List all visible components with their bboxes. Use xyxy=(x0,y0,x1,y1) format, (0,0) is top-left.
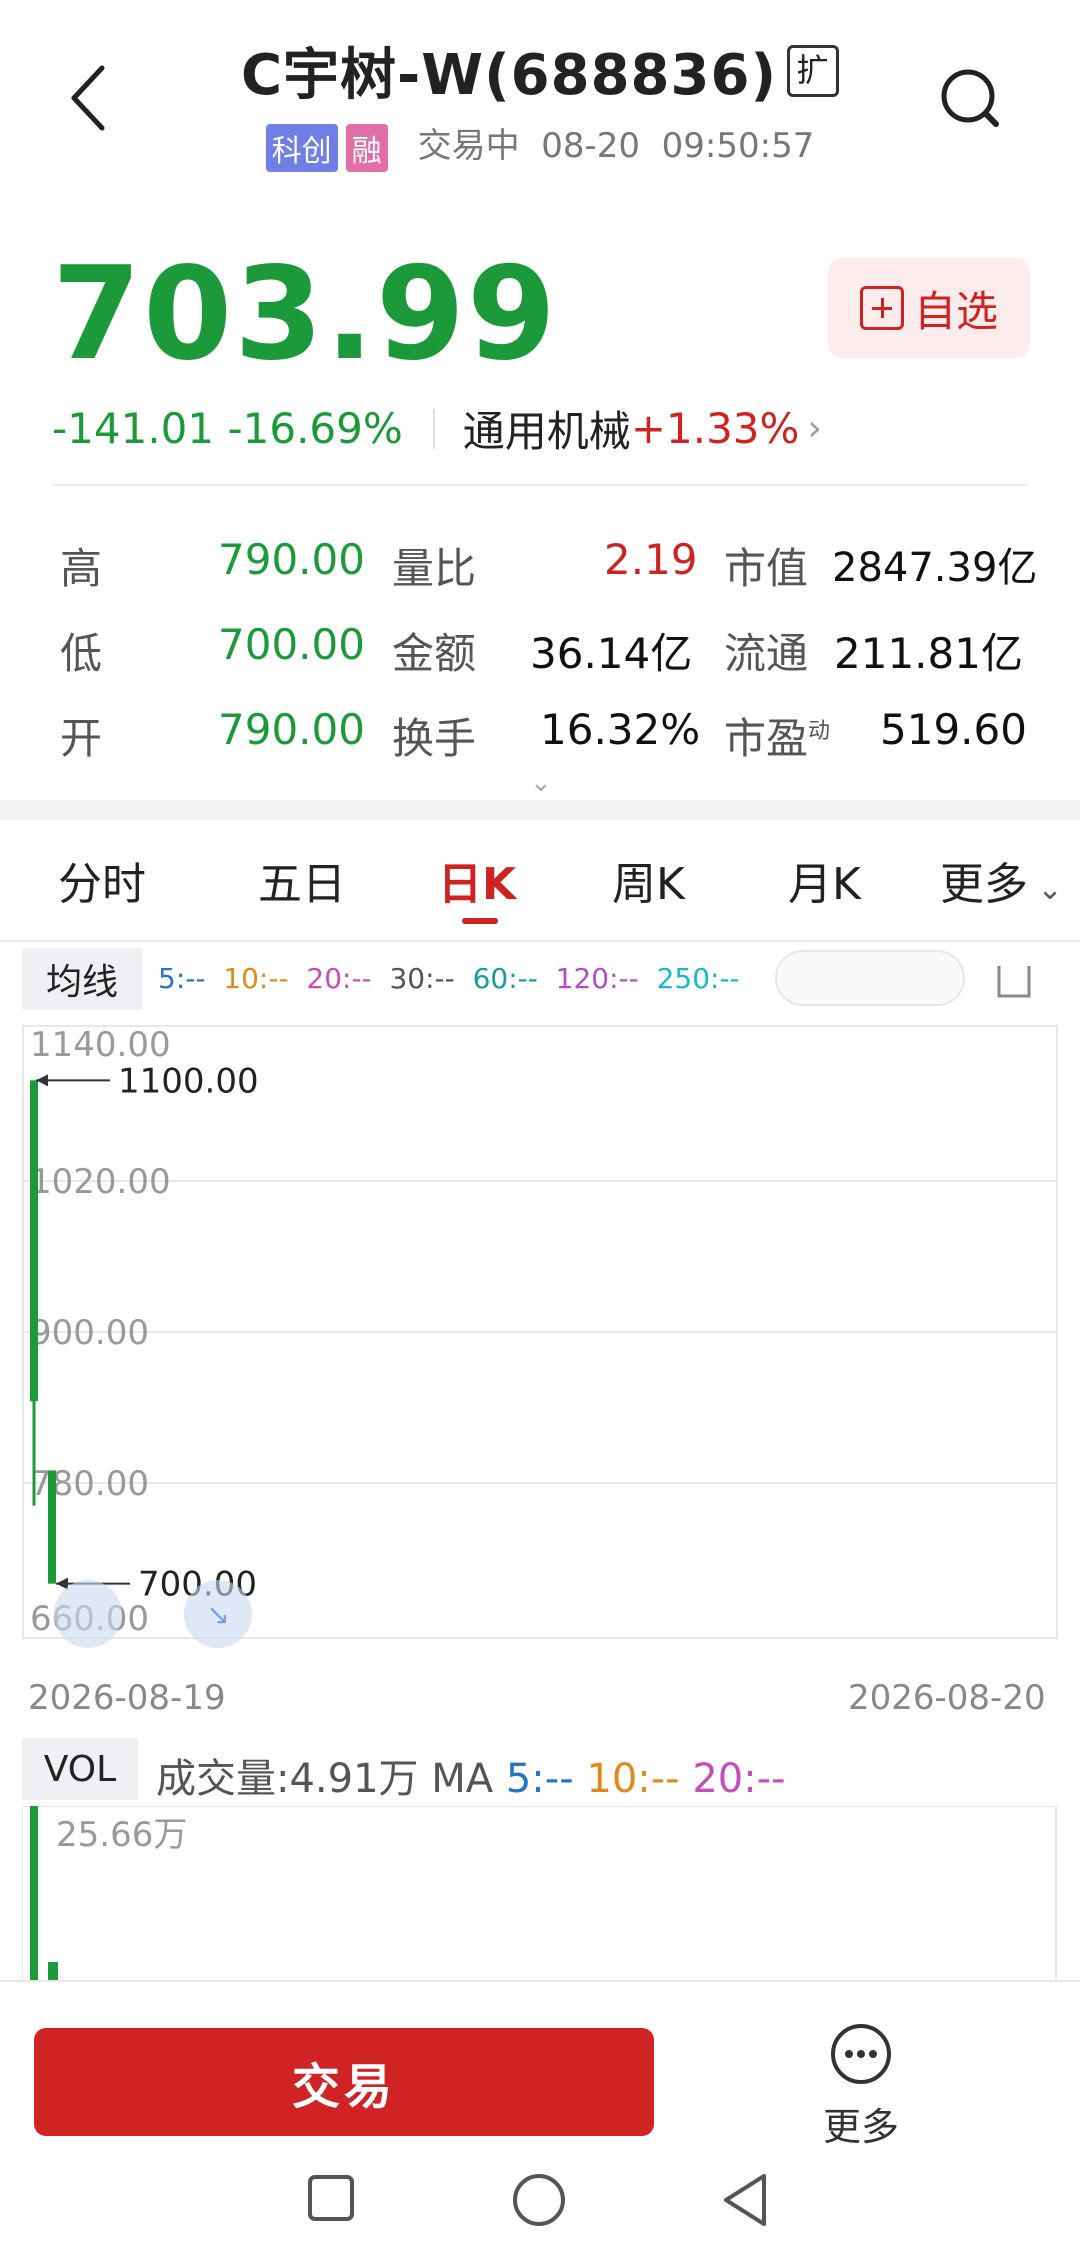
ma-values: 5:-- 10:-- 20:-- 30:-- 60:-- 120:-- 250:… xyxy=(158,962,740,995)
volume-text: 成交量:4.91万 MA xyxy=(156,1756,494,1802)
chart-settings-icon[interactable] xyxy=(995,960,1033,1002)
add-to-watchlist-button[interactable]: 自选 xyxy=(828,258,1030,358)
arrow-left-icon xyxy=(56,1577,68,1590)
chevron-right-icon: › xyxy=(807,408,822,449)
float-cap-value: 211.81亿 xyxy=(834,629,1023,678)
back-triangle-icon[interactable] xyxy=(718,2170,770,2230)
watchlist-label: 自选 xyxy=(913,286,998,336)
ma20-value: 20:-- xyxy=(306,962,372,995)
ma-button[interactable]: 均线 xyxy=(22,948,142,1010)
amount-value: 36.14亿 xyxy=(530,629,693,678)
turnover-label: 换手 xyxy=(392,714,477,763)
turnover-value: 16.32% xyxy=(540,705,701,754)
candle-body xyxy=(48,1470,56,1584)
home-icon[interactable] xyxy=(511,2172,567,2228)
market-cap-value: 2847.39亿 xyxy=(832,545,1038,591)
sector-name: 通用机械 xyxy=(462,407,631,456)
market-cap-label: 市值 xyxy=(724,544,809,593)
y-tick-label: 1140.00 xyxy=(30,1025,171,1065)
more-button[interactable]: 更多 xyxy=(806,2022,916,2162)
price-change: -141.01 xyxy=(52,404,215,453)
volume-ratio-label: 量比 xyxy=(392,544,477,593)
ma30-value: 30:-- xyxy=(389,962,455,995)
open-label: 开 xyxy=(60,714,103,763)
expand-badge[interactable]: 扩 xyxy=(787,44,840,97)
chevron-down-icon: ⌄ xyxy=(1028,872,1063,907)
low-value: 700.00 xyxy=(218,620,365,669)
volume-bar xyxy=(48,1962,58,1980)
chart-toggle-pill[interactable] xyxy=(775,950,965,1006)
plus-square-icon xyxy=(859,286,904,330)
active-tab-indicator xyxy=(462,918,498,924)
sector-link[interactable]: 通用机械 +1.33% › xyxy=(463,398,822,459)
ma250-value: 250:-- xyxy=(656,962,740,995)
candle-body xyxy=(30,1080,38,1402)
y-tick-label: 900.00 xyxy=(30,1313,149,1353)
volume-chart: 25.66万 xyxy=(22,1806,1058,1980)
high-label: 高 xyxy=(60,544,103,593)
vol-button[interactable]: VOL xyxy=(22,1738,138,1800)
tab-daily-k[interactable]: 日K xyxy=(438,848,516,912)
stock-title: C宇树-W(688836) 扩 xyxy=(0,30,1080,111)
divider xyxy=(0,940,1080,942)
tab-five-day[interactable]: 五日 xyxy=(258,848,346,912)
max-price-label: 1100.00 xyxy=(118,1061,259,1101)
more-label: 更多 xyxy=(822,2105,899,2149)
high-value: 790.00 xyxy=(218,535,365,584)
nav-bubble-left[interactable] xyxy=(54,1580,122,1648)
tab-weekly-k[interactable]: 周K xyxy=(612,848,685,912)
ma120-value: 120:-- xyxy=(555,962,639,995)
pe-label: 市盈动 xyxy=(724,714,831,763)
sector-change-pct: +1.33% xyxy=(630,404,800,453)
quote-date: 08-20 xyxy=(541,126,641,166)
k-line-chart[interactable]: 1140.001020.00900.00780.00660.00 1100.00… xyxy=(22,1024,1058,1660)
ma10-value: 10:-- xyxy=(223,962,289,995)
margin-badge: 融 xyxy=(345,123,388,172)
float-cap-label: 流通 xyxy=(724,629,809,678)
x-axis-start-date: 2026-08-19 xyxy=(28,1678,226,1718)
y-tick-label: 780.00 xyxy=(30,1464,149,1504)
divider xyxy=(52,484,1028,486)
tab-monthly-k[interactable]: 月K xyxy=(788,848,861,912)
pe-superscript: 动 xyxy=(808,719,831,744)
y-tick-label: 1020.00 xyxy=(30,1162,171,1202)
price-change-pct: -16.69% xyxy=(227,404,403,453)
stock-name: C宇树-W(688836) xyxy=(240,43,778,108)
open-value: 790.00 xyxy=(218,705,365,754)
volume-max-tick: 25.66万 xyxy=(56,1815,187,1855)
x-axis-end-date: 2026-08-20 xyxy=(848,1678,1046,1718)
vol-ma10: 10:-- xyxy=(586,1756,680,1802)
more-dots-icon xyxy=(831,2024,891,2084)
last-price: 703.99 xyxy=(52,240,558,389)
pe-value: 519.60 xyxy=(880,705,1027,754)
amount-label: 金额 xyxy=(392,629,477,678)
trade-status-line: 科创融交易中 08-20 09:50:57 xyxy=(0,118,1080,172)
recent-apps-icon[interactable] xyxy=(306,2173,356,2223)
divider xyxy=(432,408,435,449)
vol-ma5: 5:-- xyxy=(505,1756,574,1802)
tab-intraday[interactable]: 分时 xyxy=(58,848,146,912)
change-row: -141.01 -16.69% 通用机械 +1.33% › xyxy=(52,398,822,459)
volume-summary: 成交量:4.91万 MA 5:-- 10:-- 20:-- xyxy=(156,1746,786,1804)
volume-bar xyxy=(30,1806,38,1980)
trade-button[interactable]: 交易 xyxy=(34,2028,654,2136)
ma60-value: 60:-- xyxy=(472,962,538,995)
ma5-value: 5:-- xyxy=(158,962,206,995)
volume-ratio-value: 2.19 xyxy=(604,535,698,584)
arrow-down-right-icon: ↘ xyxy=(206,1598,229,1631)
quote-time: 09:50:57 xyxy=(661,126,815,166)
section-divider xyxy=(0,800,1080,820)
vol-ma20: 20:-- xyxy=(692,1756,786,1802)
chevron-down-icon[interactable]: ⌄ xyxy=(530,768,552,798)
star-market-badge: 科创 xyxy=(265,123,338,172)
trade-status: 交易中 xyxy=(417,126,520,166)
low-label: 低 xyxy=(60,629,103,678)
tab-more[interactable]: 更多 ⌄ xyxy=(940,848,1063,912)
